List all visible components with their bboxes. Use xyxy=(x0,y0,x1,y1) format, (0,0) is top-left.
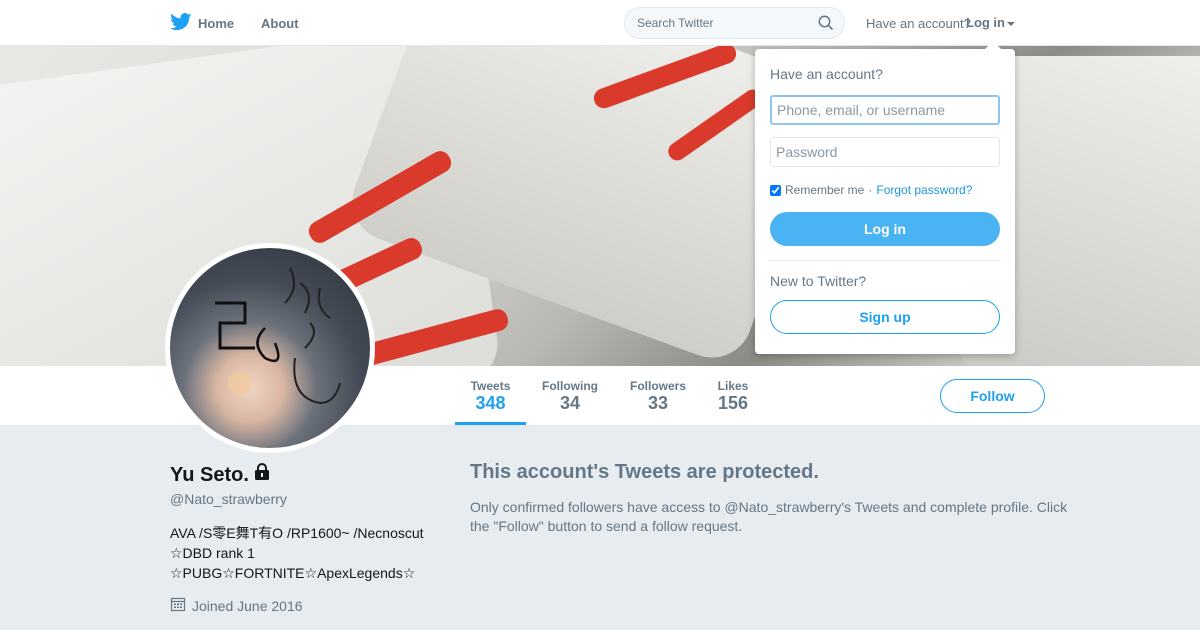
nav-about-link[interactable]: About xyxy=(261,16,299,31)
login-dropdown-toggle[interactable]: Log in xyxy=(966,15,1015,30)
stat-label: Following xyxy=(542,379,598,393)
protected-text: Only confirmed followers have access to … xyxy=(470,499,1068,534)
search-input[interactable] xyxy=(637,16,807,30)
stat-value: 33 xyxy=(647,393,669,413)
stat-followers[interactable]: Followers 33 xyxy=(622,366,694,425)
nav-home-label: Home xyxy=(198,16,235,31)
profile-name: Yu Seto. xyxy=(170,463,271,487)
new-to-twitter-text: New to Twitter? xyxy=(770,273,867,289)
avatar-scribble xyxy=(215,267,341,405)
calendar-icon xyxy=(170,596,186,615)
separator-dot: · xyxy=(868,183,873,197)
remember-me-checkbox[interactable] xyxy=(770,184,781,196)
search-icon[interactable] xyxy=(818,15,834,36)
twitter-bird-icon xyxy=(170,13,192,34)
divider xyxy=(770,260,1000,261)
profile-name-text: Yu Seto. xyxy=(170,463,249,486)
login-link-label: Log in xyxy=(966,15,1005,30)
bio-line: AVA /S零E舞T有O /RP1600~ /Necnoscut xyxy=(170,525,424,541)
follow-button[interactable]: Follow xyxy=(940,379,1045,413)
stat-likes[interactable]: Likes 156 xyxy=(708,366,758,425)
stat-tweets[interactable]: Tweets 348 xyxy=(455,366,526,425)
search-box[interactable] xyxy=(624,7,845,39)
login-dropdown-title: Have an account? xyxy=(770,66,883,82)
signup-button[interactable]: Sign up xyxy=(770,300,1000,334)
username-field[interactable] xyxy=(770,95,1000,125)
stat-value: 34 xyxy=(559,393,581,413)
stat-value: 348 xyxy=(475,393,506,413)
stat-label: Likes xyxy=(717,379,749,393)
nav-home-link[interactable]: Home xyxy=(170,13,234,34)
stat-label: Tweets xyxy=(470,379,511,393)
have-account-text: Have an account? xyxy=(866,16,971,31)
remember-me-label[interactable]: Remember me xyxy=(785,183,864,197)
bio-line: ☆DBD rank 1 xyxy=(170,545,255,561)
joined-date: Joined June 2016 xyxy=(170,596,303,615)
remember-me-row: Remember me · Forgot password? xyxy=(770,183,972,197)
top-nav-bar: Home About Have an account? Log in xyxy=(0,0,1200,46)
bio-line: ☆PUBG☆FORTNITE☆ApexLegends☆ xyxy=(170,565,416,581)
stat-following[interactable]: Following 34 xyxy=(534,366,606,425)
protected-title: This account's Tweets are protected. xyxy=(470,461,819,483)
caret-down-icon xyxy=(1007,21,1015,26)
lock-icon xyxy=(253,463,271,487)
profile-handle: @Nato_strawberry xyxy=(170,491,287,507)
forgot-password-link[interactable]: Forgot password? xyxy=(876,183,972,197)
login-dropdown: Have an account? Remember me · Forgot pa… xyxy=(755,41,1015,354)
stat-label: Followers xyxy=(629,379,686,393)
login-button[interactable]: Log in xyxy=(770,212,1000,246)
profile-bio: AVA /S零E舞T有O /RP1600~ /Necnoscut ☆DBD ra… xyxy=(170,523,440,583)
stat-value: 156 xyxy=(717,393,749,413)
password-field[interactable] xyxy=(770,137,1000,167)
dropdown-arrow xyxy=(985,41,1001,49)
avatar[interactable] xyxy=(165,243,375,453)
joined-text: Joined June 2016 xyxy=(192,597,303,614)
